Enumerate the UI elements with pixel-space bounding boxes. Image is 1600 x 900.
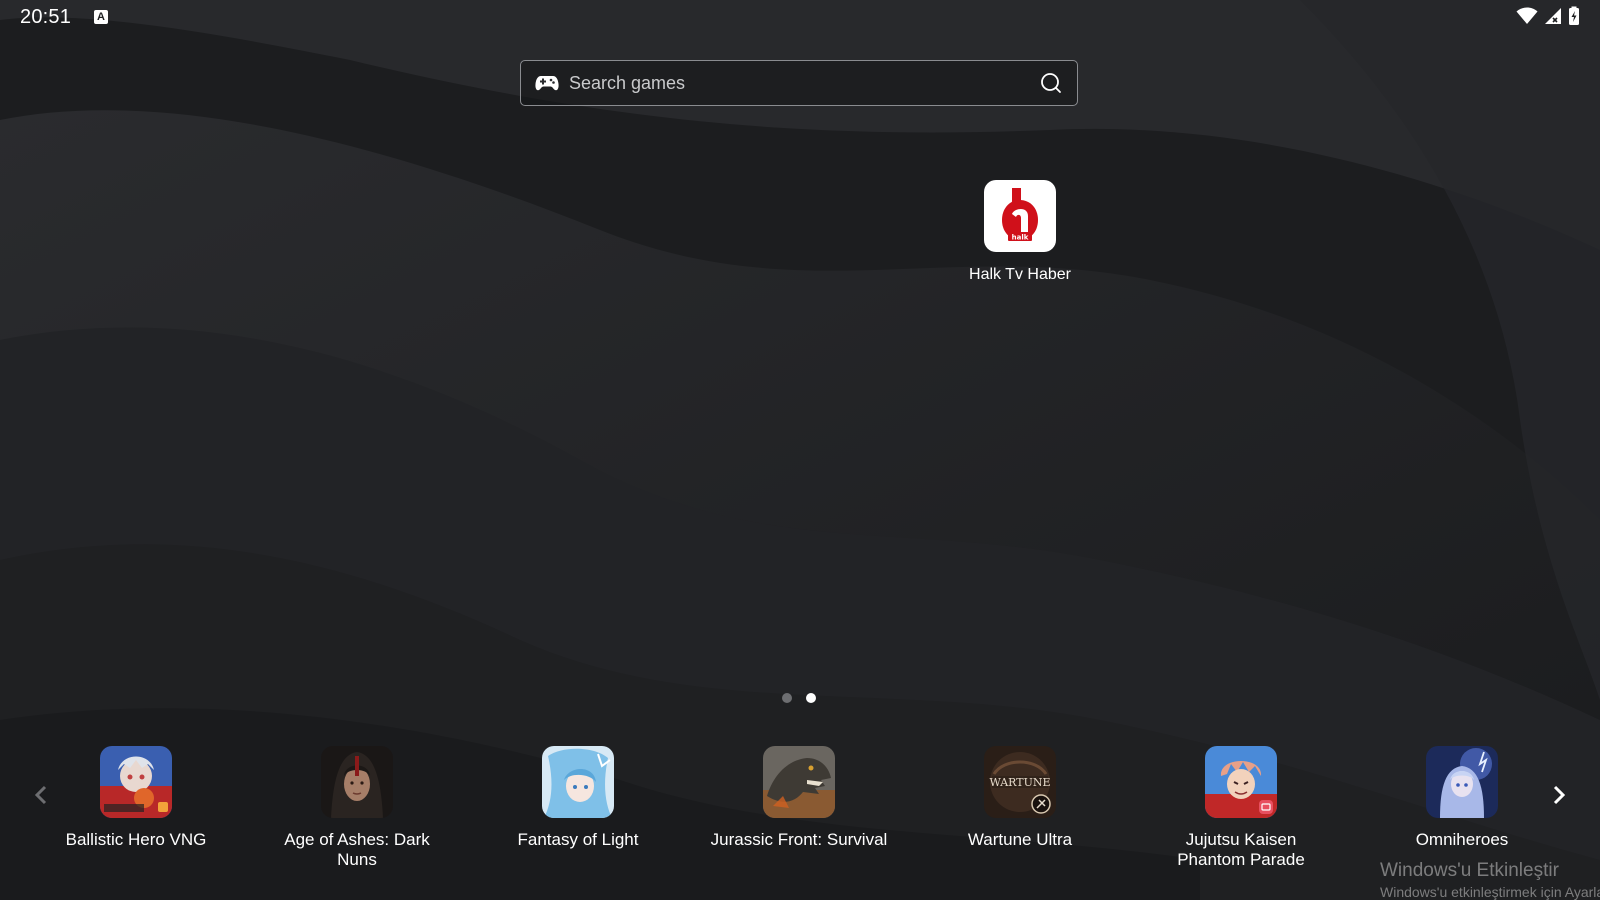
- ballistic-hero-icon: [100, 746, 172, 818]
- wartune-ultra-icon: WARTUNE: [984, 746, 1056, 818]
- watermark-title: Windows'u Etkinleştir: [1380, 860, 1559, 881]
- game-dock: Ballistic Hero VNG Age of Ashes: Dark Nu…: [0, 740, 1600, 900]
- search-icon[interactable]: [1039, 71, 1063, 95]
- halk-tv-logo-icon: halk: [984, 180, 1056, 252]
- dock-app-omniheroes[interactable]: Omniheroes: [1362, 746, 1562, 850]
- dock-app-age-of-ashes[interactable]: Age of Ashes: Dark Nuns: [257, 746, 457, 870]
- fantasy-of-light-icon: [542, 746, 614, 818]
- dock-app-jurassic-front-survival[interactable]: Jurassic Front: Survival: [699, 746, 899, 850]
- status-clock: 20:51: [20, 6, 72, 28]
- page-dot-2-active[interactable]: [806, 693, 816, 703]
- dock-app-label: Age of Ashes: Dark Nuns: [284, 830, 430, 869]
- gamepad-icon: [535, 73, 561, 93]
- dock-app-fantasy-of-light[interactable]: Fantasy of Light: [478, 746, 678, 850]
- status-icons: [1516, 6, 1580, 26]
- dock-app-label: Jurassic Front: Survival: [710, 830, 888, 849]
- jurassic-front-icon: [763, 746, 835, 818]
- dock-app-label: Fantasy of Light: [517, 830, 639, 849]
- age-of-ashes-icon: [321, 746, 393, 818]
- status-bar: 20:51 A: [0, 0, 1600, 36]
- dock-app-wartune-ultra[interactable]: WARTUNE Wartune Ultra: [920, 746, 1120, 850]
- chevron-right-icon: [1553, 785, 1566, 805]
- dock-app-jujutsu-kaisen-phantom-parade[interactable]: Jujutsu Kaisen Phantom Parade: [1141, 746, 1341, 870]
- keyboard-indicator-icon: A: [94, 10, 108, 24]
- cell-signal-icon: [1545, 8, 1561, 24]
- search-input[interactable]: [561, 60, 1039, 106]
- desktop-app-label: Halk Tv Haber: [969, 266, 1071, 283]
- wifi-icon: [1516, 7, 1538, 24]
- dock-app-ballistic-hero-vng[interactable]: Ballistic Hero VNG: [36, 746, 236, 850]
- page-dot-1[interactable]: [782, 693, 792, 703]
- omniheroes-icon: [1426, 746, 1498, 818]
- dock-app-label: Wartune Ultra: [967, 830, 1073, 849]
- page-indicator: [782, 693, 816, 703]
- halk-logo-text: halk: [1012, 234, 1029, 242]
- jujutsu-kaisen-icon: [1205, 746, 1277, 818]
- dock-scroll-right-button[interactable]: [1547, 783, 1571, 807]
- battery-charging-icon: [1569, 6, 1579, 25]
- search-bar[interactable]: [520, 60, 1078, 106]
- svg-text:WARTUNE: WARTUNE: [989, 776, 1050, 789]
- dock-app-label: Omniheroes: [1415, 830, 1509, 849]
- dock-app-label: Ballistic Hero VNG: [65, 830, 207, 849]
- dock-app-label: Jujutsu Kaisen Phantom Parade: [1177, 830, 1305, 869]
- desktop-app-halk-tv-haber[interactable]: halk Halk Tv Haber: [958, 180, 1082, 284]
- windows-activation-watermark: Windows'u Etkinleştir Windows'u etkinleş…: [1380, 860, 1600, 900]
- watermark-subtitle: Windows'u etkinleştirmek için Ayarlar'a …: [1380, 884, 1600, 900]
